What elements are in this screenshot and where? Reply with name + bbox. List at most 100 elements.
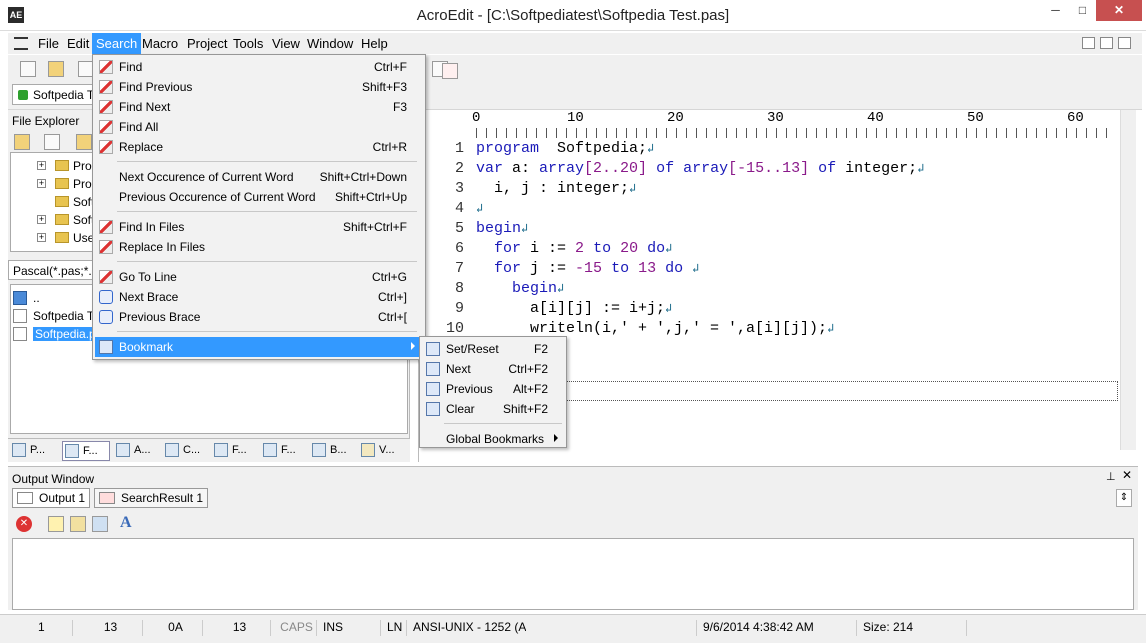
- replace-icon: [99, 140, 113, 154]
- menu-item-shortcut: Ctrl+R: [372, 140, 407, 154]
- status-size: Size: 214: [856, 620, 966, 636]
- code-text: i, j : integer;↲: [476, 180, 636, 197]
- file-explorer-toolbar: [12, 132, 92, 152]
- code-line[interactable]: 1 program Softpedia;↲: [440, 140, 1110, 160]
- code-line[interactable]: 2 var a: array[2..20] of array[-15..13] o…: [440, 160, 1110, 180]
- code-line[interactable]: 4 ↲: [440, 200, 1110, 220]
- folder-icon[interactable]: [76, 134, 92, 150]
- output-tab-scroll-icon[interactable]: ⇕: [1116, 489, 1132, 507]
- expand-icon[interactable]: +: [37, 161, 46, 170]
- back-folder-icon[interactable]: [14, 134, 30, 150]
- bookmark-icon: [312, 443, 326, 457]
- menu-view[interactable]: View: [268, 33, 304, 54]
- status-line: 1: [38, 620, 45, 634]
- return-glyph-icon: ↲: [476, 202, 484, 216]
- expand-icon[interactable]: +: [37, 233, 46, 242]
- menu-tools[interactable]: Tools: [229, 33, 267, 54]
- menu-edit[interactable]: Edit: [63, 33, 93, 54]
- submenu-item-label: Global Bookmarks: [446, 432, 545, 446]
- mdi-restore-button[interactable]: [1100, 37, 1113, 49]
- maximize-button[interactable]: □: [1069, 0, 1096, 21]
- submenu-item-label: Next: [446, 362, 471, 376]
- submenu-item-global-bookmarks[interactable]: Global Bookmarks: [422, 429, 566, 449]
- search-result-icon: [99, 492, 115, 504]
- menu-item-find[interactable]: Find Ctrl+F: [95, 57, 423, 77]
- code-line[interactable]: 7 for j := -15 to 13 do ↲: [440, 260, 1110, 280]
- code-token: a:: [503, 160, 540, 177]
- expand-icon[interactable]: +: [37, 179, 46, 188]
- code-line[interactable]: 3 i, j : integer;↲: [440, 180, 1110, 200]
- forward-icon[interactable]: [44, 134, 60, 150]
- clear-output-icon[interactable]: ✕: [16, 516, 32, 532]
- tab-a[interactable]: A...: [114, 441, 162, 461]
- menu-item-bookmark[interactable]: Bookmark: [95, 337, 423, 357]
- print-icon[interactable]: [92, 516, 108, 532]
- menu-item-previous-brace[interactable]: Previous Brace Ctrl+[: [95, 307, 423, 327]
- tab-search-result-1[interactable]: SearchResult 1: [94, 488, 209, 508]
- output-content[interactable]: [12, 538, 1134, 610]
- menu-search[interactable]: Search: [92, 33, 142, 54]
- mdi-minimize-button[interactable]: [1082, 37, 1095, 49]
- menu-item-label: Find All: [119, 120, 159, 134]
- submenu-item-next[interactable]: Next Ctrl+F2: [422, 359, 566, 379]
- menu-item-replace-in-files[interactable]: Replace In Files: [95, 237, 423, 257]
- submenu-item-previous[interactable]: Previous Alt+F2: [422, 379, 566, 399]
- mdi-close-button[interactable]: [1118, 37, 1131, 49]
- pin-icon[interactable]: ⊥: [1106, 470, 1116, 483]
- function-icon: [214, 443, 228, 457]
- tab-c[interactable]: C...: [163, 441, 211, 461]
- menu-item-find-in-files[interactable]: Find In Files Shift+Ctrl+F: [95, 217, 423, 237]
- calendar-icon[interactable]: [442, 63, 458, 79]
- menu-file[interactable]: File: [34, 33, 63, 54]
- submenu-item-clear[interactable]: Clear Shift+F2: [422, 399, 566, 419]
- tab-v[interactable]: V...: [359, 441, 407, 461]
- tab-project[interactable]: P...: [10, 441, 58, 461]
- menu-item-label: Bookmark: [119, 340, 174, 354]
- menu-item-go-to-line[interactable]: Go To Line Ctrl+G: [95, 267, 423, 287]
- code-token: -15: [575, 260, 603, 277]
- menu-item-label: Go To Line: [119, 270, 177, 284]
- new-file-icon[interactable]: [20, 61, 36, 77]
- tab-output-1[interactable]: Output 1: [12, 488, 91, 508]
- menu-macro[interactable]: Macro: [138, 33, 182, 54]
- tab-ftp[interactable]: F...: [261, 441, 309, 461]
- code-line[interactable]: 6 for i := 2 to 20 do↲: [440, 240, 1110, 260]
- open-folder-icon[interactable]: [48, 61, 64, 77]
- menu-item-shortcut: Ctrl+G: [371, 270, 407, 284]
- menu-project[interactable]: Project: [183, 33, 231, 54]
- highlight-icon[interactable]: [48, 516, 64, 532]
- menu-item-find-next[interactable]: Find Next F3: [95, 97, 423, 117]
- menu-item-shortcut: Shift+Ctrl+Down: [319, 170, 407, 184]
- document-tab[interactable]: Softpedia T: [12, 84, 97, 105]
- code-line[interactable]: 8 begin↲: [440, 280, 1110, 300]
- menu-item-previous-occurence-of-current-word[interactable]: Previous Occurence of Current Word Shift+…: [95, 187, 423, 207]
- code-line[interactable]: 9 a[i][j] := i+j;↲: [440, 300, 1110, 320]
- tab-file-explorer[interactable]: F...: [62, 441, 110, 461]
- menu-window[interactable]: Window: [303, 33, 357, 54]
- menu-item-replace[interactable]: Replace Ctrl+R: [95, 137, 423, 157]
- close-button[interactable]: ✕: [1096, 0, 1142, 21]
- code-token: array: [683, 160, 729, 177]
- submenu-item-set-reset[interactable]: Set/Reset F2: [422, 339, 566, 359]
- copy-icon[interactable]: [70, 516, 86, 532]
- tab-f[interactable]: F...: [212, 441, 260, 461]
- expand-icon[interactable]: +: [37, 215, 46, 224]
- line-number: 4: [454, 200, 464, 217]
- document-menu-icon[interactable]: [14, 37, 28, 50]
- menu-item-next-brace[interactable]: Next Brace Ctrl+]: [95, 287, 423, 307]
- panel-tabs: P... F... A... C... F... F... B... V...: [8, 438, 410, 462]
- font-icon[interactable]: A: [120, 514, 132, 532]
- menu-item-find-all[interactable]: Find All: [95, 117, 423, 137]
- menu-item-label: Find In Files: [119, 220, 185, 234]
- menu-item-find-previous[interactable]: Find Previous Shift+F3: [95, 77, 423, 97]
- output-close-icon[interactable]: ✕: [1122, 468, 1132, 482]
- minimize-button[interactable]: ─: [1042, 0, 1069, 21]
- vertical-scrollbar[interactable]: [1120, 110, 1136, 450]
- menu-help[interactable]: Help: [357, 33, 392, 54]
- code-line[interactable]: 5 begin↲: [440, 220, 1110, 240]
- tab-bookmarks[interactable]: B...: [310, 441, 358, 461]
- menu-item-next-occurence-of-current-word[interactable]: Next Occurence of Current Word Shift+Ctrl…: [95, 167, 423, 187]
